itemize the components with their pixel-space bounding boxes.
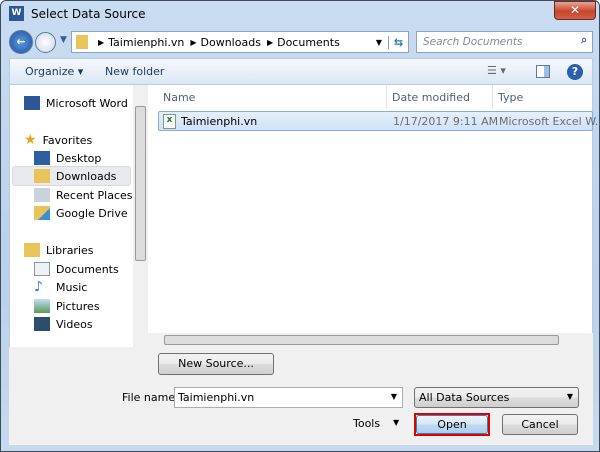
nav-libraries[interactable]: Libraries [46,244,94,257]
nav-item-music[interactable]: Music [56,281,87,294]
file-name-label: File name: [122,391,179,404]
nav-scrollbar[interactable] [133,85,148,347]
file-name-value: Taimienphi.vn [178,391,255,404]
nav-item-videos[interactable]: Videos [56,318,93,331]
column-header-name[interactable]: Name [163,91,195,104]
address-dropdown-icon[interactable]: ▼ [370,38,388,47]
file-type-select[interactable]: All Data Sources ▼ [414,387,579,408]
back-button[interactable]: ← [9,30,33,54]
preview-pane-icon[interactable] [536,65,550,78]
breadcrumb-item[interactable]: Documents [277,36,340,49]
view-options-icon[interactable]: ☰ ▾ [487,64,506,77]
tools-dropdown-icon[interactable]: ▼ [393,418,399,427]
nav-favorites[interactable]: Favorites [43,134,93,147]
pictures-icon [34,299,50,313]
bottom-panel: New Source... File name: Taimienphi.vn ▼ … [9,347,593,445]
downloads-icon [34,169,50,183]
file-list: Name Date modified Type x Taimienphi.vn … [148,85,600,347]
search-placeholder: Search Documents [423,36,523,48]
column-header-type[interactable]: Type [498,91,523,104]
excel-file-icon: x [163,114,176,129]
nav-item-microsoft-word[interactable]: Microsoft Word [46,97,128,110]
horizontal-scrollbar-thumb[interactable] [164,335,559,345]
nav-item-desktop[interactable]: Desktop [56,152,101,165]
new-source-button[interactable]: New Source... [158,353,274,375]
chevron-down-icon[interactable]: ▼ [391,392,397,401]
breadcrumb-item[interactable]: Taimienphi.vn [108,36,184,49]
search-icon: ⌕ [581,34,587,46]
command-toolbar: Organize ▾ New folder ☰ ▾ ? [9,58,593,85]
forward-button[interactable] [35,32,56,53]
open-button[interactable]: Open [416,415,488,434]
breadcrumb-item[interactable]: Downloads [201,36,261,49]
word-icon: W [9,6,24,21]
file-row[interactable]: x Taimienphi.vn 1/17/2017 9:11 AM Micros… [158,111,600,131]
documents-icon [34,262,50,276]
search-input[interactable]: Search Documents ⌕ [416,31,593,53]
star-icon: ★ [24,132,37,148]
open-highlight: Open [414,413,490,436]
folder-icon [76,35,88,49]
help-icon[interactable]: ? [567,64,583,80]
word-icon [24,96,40,110]
file-type: Microsoft Excel W... [499,115,600,128]
dialog-window: W Select Data Source ✕ ← ▼ ▶ Taimienphi.v… [0,0,600,452]
window-title: Select Data Source [31,7,146,21]
file-name: Taimienphi.vn [181,115,258,128]
nav-item-google-drive[interactable]: Google Drive [56,207,128,220]
new-folder-button[interactable]: New folder [105,65,164,78]
cancel-button[interactable]: Cancel [502,414,578,435]
organize-menu[interactable]: Organize ▾ [25,65,83,78]
refresh-icon[interactable]: ⇆ [388,35,408,49]
music-icon: ♪ [34,279,43,295]
nav-item-documents[interactable]: Documents [56,263,119,276]
nav-scrollbar-thumb[interactable] [135,106,146,261]
chevron-down-icon: ▼ [566,392,573,401]
nav-item-pictures[interactable]: Pictures [56,300,100,313]
address-bar[interactable]: ▶ Taimienphi.vn ▶ Downloads ▶ Documents ▼ ⇆ [71,31,409,53]
column-header-date[interactable]: Date modified [392,91,470,104]
file-name-input[interactable]: Taimienphi.vn ▼ [174,387,403,408]
desktop-icon [34,151,50,165]
libraries-icon [24,243,40,257]
navigation-pane: Microsoft Word ★ Favorites Desktop Downlo… [9,85,148,347]
nav-item-downloads[interactable]: Downloads [56,170,116,183]
file-date: 1/17/2017 9:11 AM [393,115,499,128]
history-dropdown-icon[interactable]: ▼ [60,35,67,45]
file-type-value: All Data Sources [419,391,510,404]
nav-item-recent-places[interactable]: Recent Places [56,189,133,202]
close-button[interactable]: ✕ [554,1,596,20]
google-drive-icon [34,206,50,220]
tools-menu[interactable]: Tools [353,417,380,430]
horizontal-scrollbar[interactable] [148,333,593,347]
recent-places-icon [34,188,50,202]
videos-icon [34,317,50,331]
